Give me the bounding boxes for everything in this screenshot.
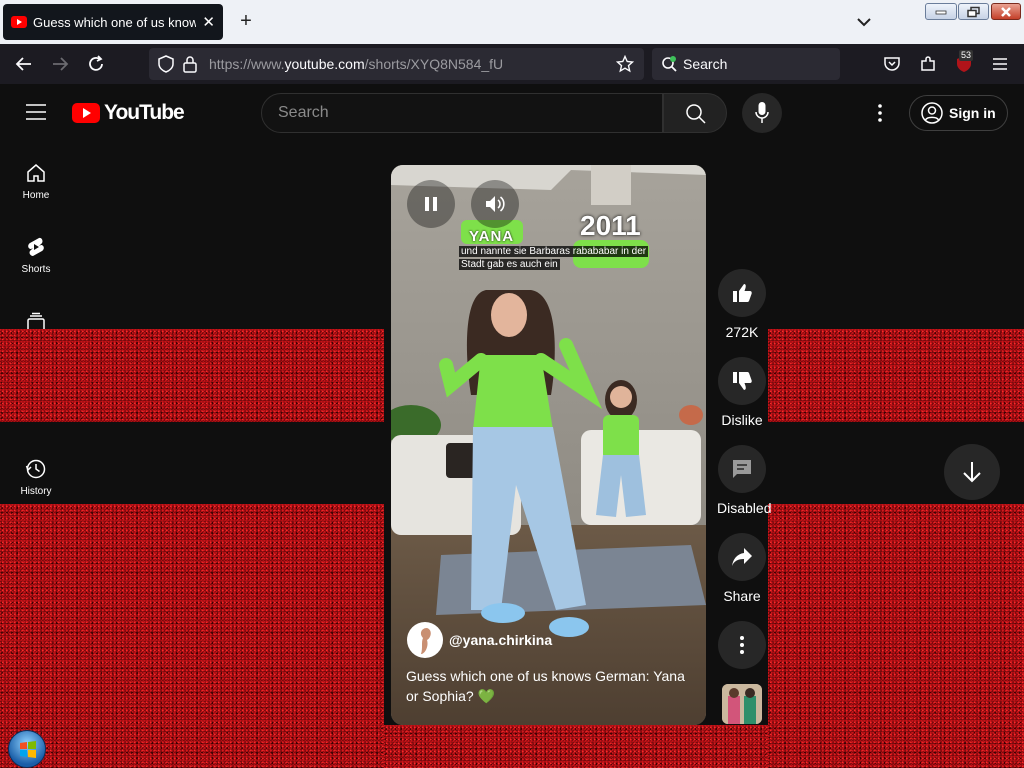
url-bar[interactable]: https://www.youtube.com/shorts/XYQ8N584_… — [149, 48, 644, 80]
comment-icon — [733, 460, 751, 478]
video-captions: und nannte sie Barbaras rabababar in der… — [459, 245, 649, 271]
search-icon — [686, 104, 706, 124]
avatar-image — [420, 628, 431, 654]
browser-tab[interactable]: Guess which one of us knows G ✕ — [3, 4, 223, 40]
thumbs-up-icon — [733, 284, 752, 302]
more-actions[interactable] — [717, 621, 767, 669]
guide-menu-icon[interactable] — [26, 104, 46, 120]
sidebar-item-home[interactable]: Home — [0, 162, 72, 201]
window-minimize-button[interactable] — [925, 3, 957, 20]
microphone-icon — [755, 102, 769, 123]
search-engine-icon — [662, 56, 677, 72]
more-vertical-dots-icon — [740, 636, 744, 654]
more-actions-button[interactable] — [718, 621, 766, 669]
sign-in-label: Sign in — [949, 105, 996, 121]
sign-in-button[interactable]: Sign in — [909, 95, 1008, 131]
arrow-down-icon — [963, 462, 981, 483]
sidebar-label-home: Home — [22, 190, 50, 201]
comments-action[interactable]: Disabled — [717, 445, 772, 516]
share-arrow-icon — [732, 548, 752, 566]
caption-line-1: und nannte sie Barbaras rabababar in der — [459, 246, 649, 257]
window-restore-button[interactable] — [958, 3, 989, 20]
account-circle-icon — [921, 102, 943, 124]
browser-search-box[interactable]: Search — [652, 48, 840, 80]
comments-status: Disabled — [717, 500, 772, 516]
extension-badge-count: 53 — [959, 50, 974, 61]
share-label: Share — [723, 588, 761, 604]
youtube-wordmark: YouTube — [104, 101, 185, 124]
sidebar-label-shorts: Shorts — [21, 264, 51, 275]
audio-thumbnail[interactable] — [722, 684, 762, 724]
volume-icon — [486, 196, 505, 212]
dislike-action[interactable]: Dislike — [717, 357, 767, 428]
voice-search-button[interactable] — [742, 93, 782, 133]
window-close-button[interactable] — [991, 3, 1021, 20]
pause-button[interactable] — [407, 180, 455, 228]
youtube-search-input[interactable] — [262, 94, 662, 132]
green-heart-emoji: 💚 — [477, 688, 496, 704]
share-button[interactable] — [718, 533, 766, 581]
mute-button[interactable] — [471, 180, 519, 228]
red-noise-band-left-bottom — [0, 504, 384, 768]
youtube-logo[interactable]: YouTube — [72, 101, 185, 125]
short-title[interactable]: Guess which one of us knows German: Yana… — [406, 666, 696, 706]
sidebar-item-shorts[interactable]: Shorts — [0, 236, 72, 275]
channel-name[interactable]: @yana.chirkina — [449, 632, 552, 648]
dislike-label: Dislike — [721, 412, 763, 428]
video-overlay-name: YANA — [469, 228, 515, 245]
red-noise-band-left-top — [0, 329, 384, 422]
channel-avatar[interactable] — [407, 622, 443, 658]
youtube-search-field[interactable] — [261, 93, 663, 133]
red-noise-band-right-bottom — [768, 504, 1024, 768]
youtube-header: YouTube Sign in — [0, 84, 1024, 140]
more-vertical-icon[interactable] — [870, 102, 890, 124]
sidebar-label-history: History — [20, 486, 52, 497]
bookmark-star-icon[interactable] — [616, 55, 634, 73]
tab-close-icon[interactable]: ✕ — [202, 13, 215, 31]
browser-search-placeholder: Search — [683, 56, 728, 72]
url-text[interactable]: https://www.youtube.com/shorts/XYQ8N584_… — [209, 56, 503, 72]
sidebar-item-history[interactable]: History — [0, 458, 72, 497]
share-action[interactable]: Share — [717, 533, 767, 604]
red-noise-band-center-bottom — [384, 725, 768, 768]
browser-nav-bar: https://www.youtube.com/shorts/XYQ8N584_… — [0, 44, 1024, 84]
red-noise-band-right-top — [768, 329, 1024, 422]
tab-title: Guess which one of us knows G — [33, 14, 197, 30]
dislike-button[interactable] — [718, 357, 766, 405]
next-short-button[interactable] — [944, 444, 1000, 500]
pocket-icon[interactable] — [883, 55, 901, 73]
like-count: 272K — [725, 324, 759, 340]
shield-icon[interactable] — [157, 55, 175, 73]
like-action[interactable]: 272K — [717, 269, 767, 340]
lock-icon[interactable] — [182, 55, 198, 73]
shorts-icon — [28, 237, 44, 256]
channel-link[interactable]: @yana.chirkina — [407, 622, 552, 658]
video-overlay-year: 2011 — [580, 210, 641, 241]
caption-line-2: Stadt gab es auch ein — [459, 259, 560, 270]
back-arrow-icon[interactable] — [15, 55, 33, 73]
thumbnail-image — [722, 684, 762, 724]
menu-hamburger-icon[interactable] — [991, 55, 1009, 73]
comments-button[interactable] — [718, 445, 766, 493]
youtube-favicon-icon — [11, 16, 27, 28]
thumbs-down-icon — [733, 372, 752, 390]
browser-tab-bar: Guess which one of us knows G ✕ + — [0, 0, 1024, 44]
home-icon — [27, 164, 45, 182]
pause-icon — [425, 197, 437, 211]
tab-list-chevron-down-icon[interactable] — [852, 12, 876, 32]
extensions-puzzle-icon[interactable] — [919, 55, 937, 73]
forward-arrow-icon[interactable] — [51, 55, 69, 73]
youtube-search-button[interactable] — [663, 93, 727, 133]
reload-icon[interactable] — [87, 55, 105, 73]
history-icon — [25, 459, 46, 479]
youtube-play-logo-icon — [72, 103, 100, 123]
like-button[interactable] — [718, 269, 766, 317]
windows-start-button[interactable] — [8, 730, 46, 768]
new-tab-button[interactable]: + — [234, 10, 258, 34]
